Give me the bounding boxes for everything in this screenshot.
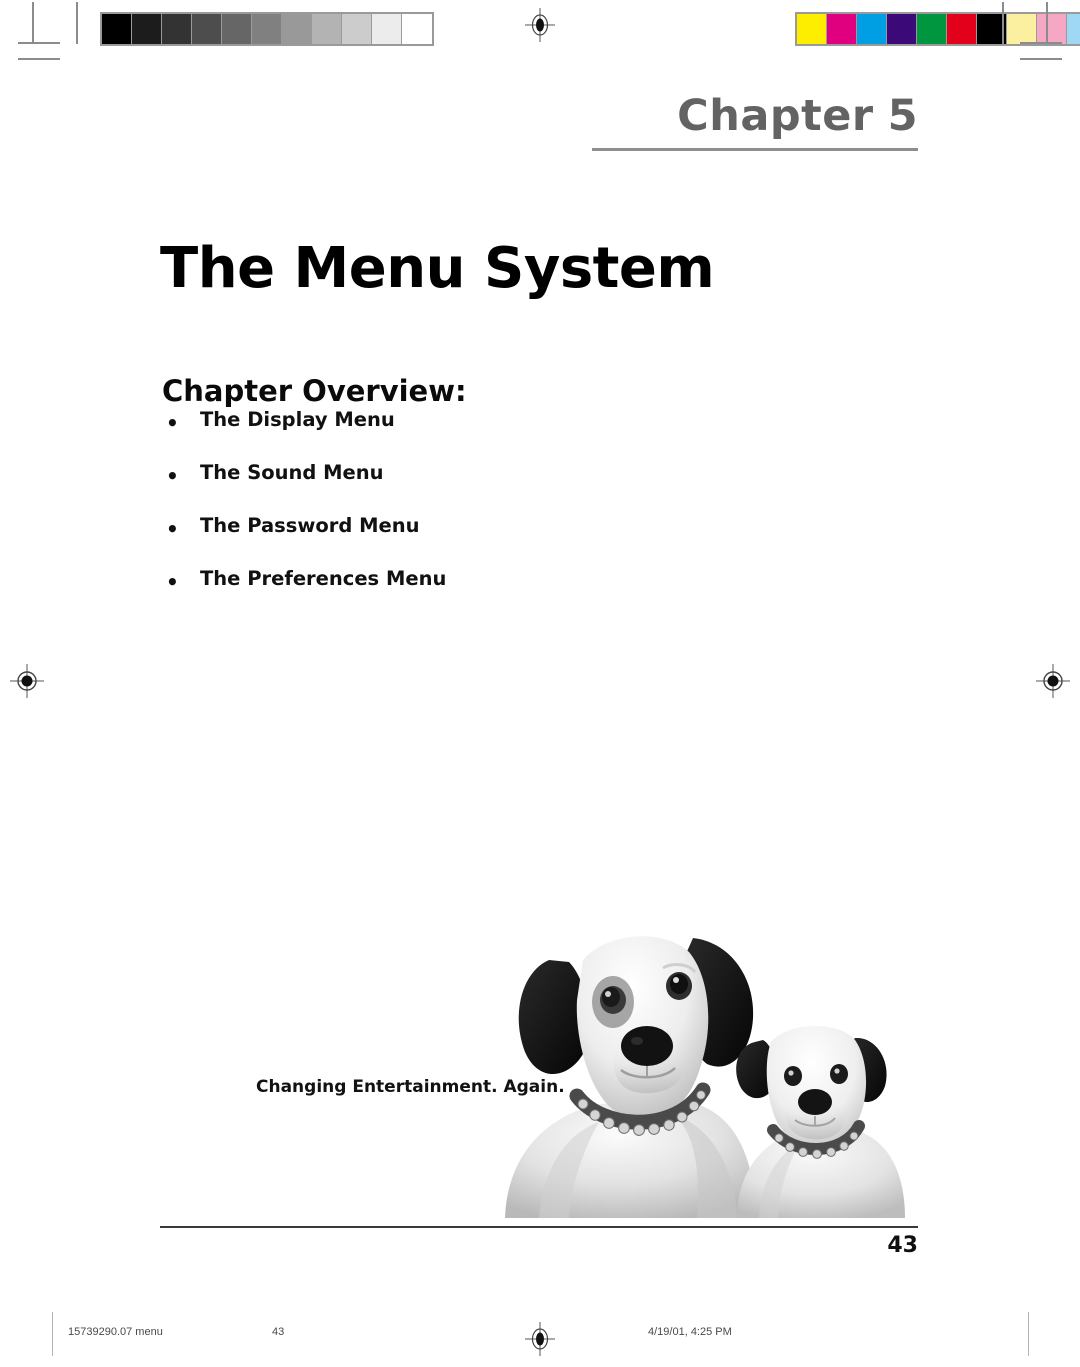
bullet-icon: • xyxy=(166,411,179,435)
grayscale-swatch-3 xyxy=(192,14,222,44)
list-item-label: The Sound Menu xyxy=(200,461,384,484)
registration-mark-right xyxy=(1036,664,1070,698)
crop-mark-top-right-vertical xyxy=(1046,2,1048,44)
grayscale-swatch-6 xyxy=(282,14,312,44)
chapter-overview-heading: Chapter Overview: xyxy=(162,374,467,409)
registration-mark-top xyxy=(525,8,555,42)
color-swatch-7 xyxy=(1007,14,1037,44)
list-item: • The Display Menu xyxy=(160,410,446,463)
list-item-label: The Preferences Menu xyxy=(200,567,447,590)
color-swatch-9 xyxy=(1067,14,1080,44)
grayscale-swatch-2 xyxy=(162,14,192,44)
crop-mark-top-left-vertical xyxy=(32,2,34,44)
color-swatch-5 xyxy=(947,14,977,44)
bullet-icon: • xyxy=(166,464,179,488)
color-swatch-1 xyxy=(827,14,857,44)
grayscale-swatch-8 xyxy=(342,14,372,44)
crop-mark-top-right-inner xyxy=(1002,2,1004,44)
grayscale-swatch-7 xyxy=(312,14,342,44)
list-item: • The Preferences Menu xyxy=(160,569,446,622)
page-title: The Menu System xyxy=(160,235,715,301)
list-item: • The Password Menu xyxy=(160,516,446,569)
registration-mark-bottom xyxy=(525,1322,555,1356)
color-swatch-4 xyxy=(917,14,947,44)
bullet-icon: • xyxy=(166,517,179,541)
grayscale-swatch-0 xyxy=(102,14,132,44)
page-number: 43 xyxy=(887,1233,918,1258)
print-footer-rule-right xyxy=(1028,1312,1029,1356)
color-calibration-strip xyxy=(795,12,1080,46)
chapter-number: 5 xyxy=(887,91,918,141)
crop-mark-top-left-inner xyxy=(76,2,78,44)
grayscale-swatch-5 xyxy=(252,14,282,44)
crop-mark-top-right-horizontal xyxy=(1020,42,1062,44)
grayscale-swatch-9 xyxy=(372,14,402,44)
bullet-icon: • xyxy=(166,570,179,594)
grayscale-swatch-4 xyxy=(222,14,252,44)
chapter-header: Chapter 5 xyxy=(592,91,918,141)
big-dog-nose xyxy=(621,1026,673,1066)
list-item: • The Sound Menu xyxy=(160,463,446,516)
color-swatch-3 xyxy=(887,14,917,44)
grayscale-calibration-strip xyxy=(100,12,434,46)
two-dogs-photo xyxy=(487,918,907,1228)
print-footer-doc-id: 15739290.07 menu xyxy=(68,1326,163,1338)
crop-mark-top-right-outer xyxy=(1020,58,1062,60)
grayscale-swatch-1 xyxy=(132,14,162,44)
puppy-nose xyxy=(798,1089,832,1115)
color-swatch-8 xyxy=(1037,14,1067,44)
chapter-overview-list: • The Display Menu • The Sound Menu • Th… xyxy=(160,410,446,622)
print-footer-page: 43 xyxy=(272,1326,285,1338)
crop-mark-top-left-horizontal xyxy=(18,42,60,44)
chapter-label: Chapter xyxy=(677,91,874,141)
list-item-label: The Password Menu xyxy=(200,514,420,537)
print-footer-rule-left xyxy=(52,1312,53,1356)
chapter-header-rule xyxy=(592,148,918,151)
footer-rule xyxy=(160,1226,918,1228)
print-footer-timestamp: 4/19/01, 4:25 PM xyxy=(648,1326,732,1338)
brand-tagline: Changing Entertainment. Again. xyxy=(256,1077,565,1097)
registration-mark-left xyxy=(10,664,44,698)
grayscale-swatch-10 xyxy=(402,14,432,44)
crop-mark-top-left-outer xyxy=(18,58,60,60)
color-swatch-2 xyxy=(857,14,887,44)
color-swatch-0 xyxy=(797,14,827,44)
list-item-label: The Display Menu xyxy=(200,408,395,431)
